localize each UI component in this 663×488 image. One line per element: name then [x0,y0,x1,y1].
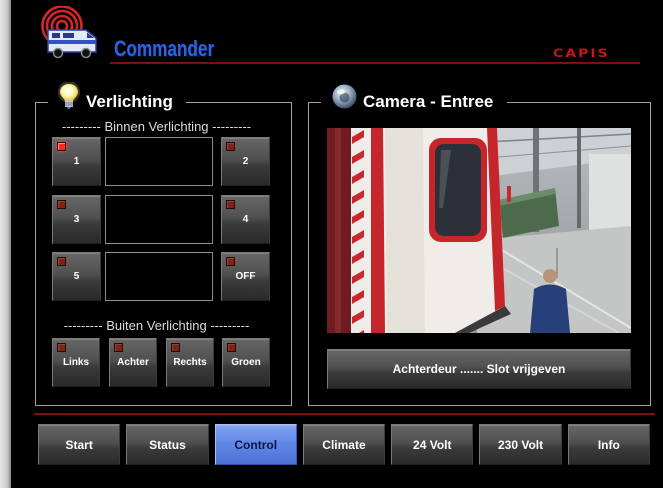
led-indicator [114,343,123,352]
light-bulb-icon [58,82,80,109]
lighting-panel-title: Verlichting [86,92,173,111]
outdoor-light-right-button[interactable]: Rechts [166,338,214,387]
outdoor-light-rear-button[interactable]: Achter [109,338,157,387]
indoor-light-off-button[interactable]: OFF [221,252,270,301]
rv-truck-radar-icon [41,6,97,59]
indoor-light-display-1 [105,137,213,186]
button-label: Links [62,357,90,368]
bulb-glass [58,82,80,103]
button-label: 2 [242,156,249,167]
nav-button-24-volt[interactable]: 24 Volt [391,424,474,465]
indoor-light-button-1[interactable]: 1 [52,137,101,186]
outdoor-lighting-heading: --------- Buiten Verlichting --------- [63,318,250,333]
button-label: 5 [73,271,80,282]
camera-panel-title: Camera - Entree [363,92,494,111]
led-indicator [171,343,180,352]
nav-button-start[interactable]: Start [38,424,121,465]
indoor-light-button-2[interactable]: 2 [221,137,270,186]
indoor-light-button-3[interactable]: 3 [52,195,101,244]
led-indicator [226,200,235,209]
nav-button-230-volt[interactable]: 230 Volt [479,424,562,465]
vehicle-interior [327,128,351,333]
camera-dome [332,84,357,109]
lighting-panel-header: Verlichting [48,80,186,116]
nav-button-status[interactable]: Status [126,424,209,465]
led-indicator [57,257,66,266]
button-label: Rechts [173,357,207,368]
bulb-base [65,101,73,109]
window-edge [0,0,11,488]
nav-button-info[interactable]: Info [567,424,650,465]
button-label: OFF [235,271,256,282]
nav-button-climate[interactable]: Climate [302,424,386,465]
button-label: Achter [117,357,149,368]
indoor-light-display-2 [105,195,213,244]
button-label: 1 [73,156,80,167]
nav-button-control[interactable]: Control [214,424,297,465]
outdoor-light-left-button[interactable]: Links [52,338,100,387]
led-indicator [57,343,66,352]
header-divider [110,62,640,64]
camera-panel-header: Camera - Entree [321,80,507,116]
indoor-light-button-5[interactable]: 5 [52,252,101,301]
outdoor-light-green-button[interactable]: Groen [222,338,270,387]
rv-truck [47,29,97,59]
indoor-light-display-3 [105,252,213,301]
app-title: Commander [114,36,215,61]
button-label: 4 [242,214,249,225]
led-indicator [57,142,66,151]
button-label: 3 [73,214,80,225]
door-window [429,138,487,242]
footer-divider [34,413,655,415]
rear-door-unlock-button[interactable]: Achterdeur ....... Slot vrijgeven [327,349,631,389]
button-label: Groen [231,357,261,368]
led-indicator [226,257,235,266]
indoor-light-button-4[interactable]: 4 [221,195,270,244]
camera-feed [327,128,631,333]
camera-icon [332,84,357,109]
door-hinge-edge [351,128,365,333]
bottom-navigation: Start Status Control Climate 24 Volt 230… [38,424,650,465]
led-indicator [57,200,66,209]
indoor-lighting-heading: --------- Binnen Verlichting --------- [61,119,252,134]
led-indicator [227,343,236,352]
led-indicator [226,142,235,151]
brand-logo: CAPIS [553,47,610,61]
